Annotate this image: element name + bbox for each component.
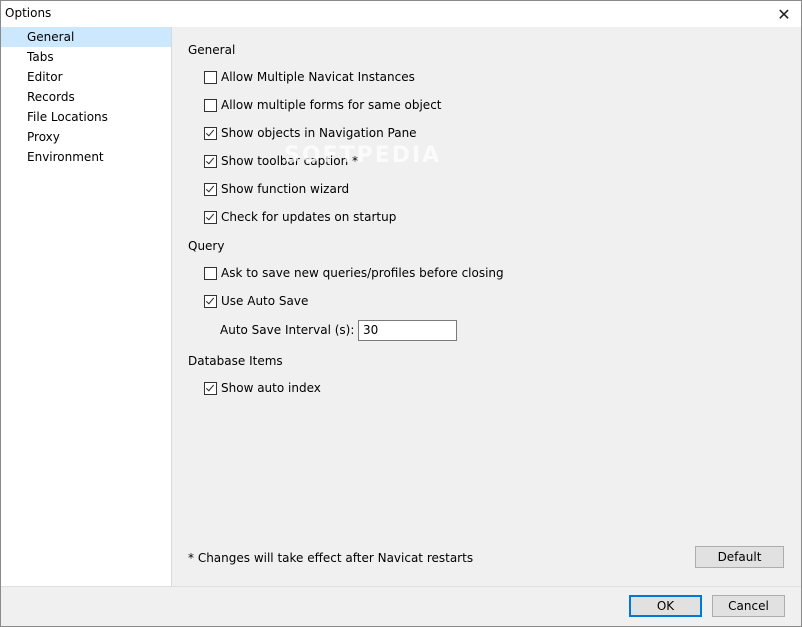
option-show-objects-nav-pane[interactable]: Show objects in Navigation Pane	[204, 124, 417, 142]
sidebar-item-proxy[interactable]: Proxy	[1, 127, 171, 147]
watermark: SOFTPEDIA	[284, 143, 442, 168]
option-allow-multiple-instances[interactable]: Allow Multiple Navicat Instances	[204, 68, 415, 86]
checkbox[interactable]	[204, 70, 217, 84]
checkbox[interactable]	[204, 126, 217, 140]
option-ask-save-queries[interactable]: Ask to save new queries/profiles before …	[204, 264, 504, 282]
sidebar-item-records[interactable]: Records	[1, 87, 171, 107]
option-use-auto-save[interactable]: Use Auto Save	[204, 292, 308, 310]
section-heading-general: General	[188, 43, 236, 57]
options-dialog: Options ✕ General Tabs Editor Records Fi…	[0, 0, 802, 627]
option-allow-multiple-forms[interactable]: Allow multiple forms for same object	[204, 96, 442, 114]
option-label: Show objects in Navigation Pane	[221, 126, 417, 140]
cancel-button[interactable]: Cancel	[712, 595, 785, 617]
checkbox[interactable]	[204, 294, 217, 308]
checkbox[interactable]	[204, 210, 217, 224]
restart-note: * Changes will take effect after Navicat…	[188, 551, 474, 565]
ok-button[interactable]: OK	[629, 595, 702, 617]
checkbox[interactable]	[204, 98, 217, 112]
checkbox[interactable]	[204, 154, 217, 168]
checkbox[interactable]	[204, 381, 217, 395]
close-button[interactable]: ✕	[767, 1, 801, 27]
sidebar-item-environment[interactable]: Environment	[1, 147, 171, 167]
option-label: Use Auto Save	[221, 294, 309, 308]
option-label: Ask to save new queries/profiles before …	[221, 266, 504, 280]
title-bar: Options ✕	[1, 1, 801, 27]
section-heading-database-items: Database Items	[188, 354, 283, 368]
dialog-footer: OK Cancel	[1, 586, 801, 627]
auto-save-interval-label: Auto Save Interval (s):	[220, 323, 355, 337]
option-label: Allow Multiple Navicat Instances	[221, 70, 415, 84]
default-button[interactable]: Default	[695, 546, 784, 568]
option-label: Allow multiple forms for same object	[221, 98, 442, 112]
option-label: Show function wizard	[221, 182, 350, 196]
window-title: Options	[5, 6, 52, 20]
close-icon: ✕	[777, 4, 791, 24]
option-show-auto-index[interactable]: Show auto index	[204, 379, 321, 397]
sidebar-item-file-locations[interactable]: File Locations	[1, 107, 171, 127]
auto-save-interval-input[interactable]: 30	[358, 320, 457, 341]
sidebar-item-tabs[interactable]: Tabs	[1, 47, 171, 67]
option-show-function-wizard[interactable]: Show function wizard	[204, 180, 349, 198]
sidebar: General Tabs Editor Records File Locatio…	[1, 27, 172, 586]
sidebar-item-editor[interactable]: Editor	[1, 67, 171, 87]
option-check-updates[interactable]: Check for updates on startup	[204, 208, 396, 226]
section-heading-query: Query	[188, 239, 225, 253]
option-label: Show auto index	[221, 381, 321, 395]
sidebar-item-general[interactable]: General	[1, 27, 171, 47]
checkbox[interactable]	[204, 266, 217, 280]
settings-panel: General Allow Multiple Navicat Instances…	[172, 27, 801, 586]
option-label: Check for updates on startup	[221, 210, 397, 224]
checkbox[interactable]	[204, 182, 217, 196]
